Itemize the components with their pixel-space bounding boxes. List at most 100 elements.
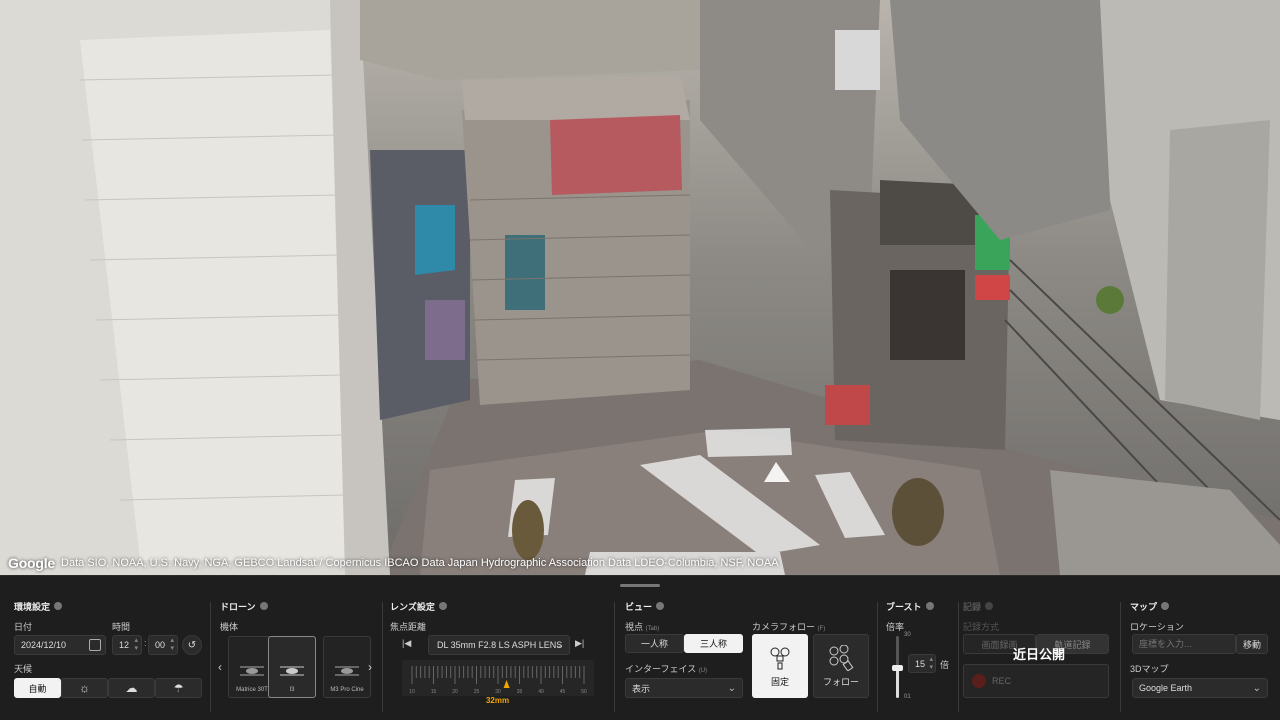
info-icon[interactable]: [259, 602, 268, 610]
view-section: ビュー 視点 (Tab) 一人称 三人称 インターフェイス (U) 表示 ⌄ カ…: [625, 600, 875, 716]
coming-soon-label: 近日公開: [1013, 647, 1066, 662]
hour-stepper[interactable]: 12 ▴ ▾: [112, 635, 142, 655]
boost-slider-thumb[interactable]: [892, 665, 903, 672]
follow-label: フォロー: [822, 676, 859, 687]
map3d-value: Google Earth: [1139, 683, 1193, 693]
info-icon[interactable]: [656, 602, 665, 610]
reset-time-button[interactable]: ↺: [182, 635, 202, 655]
hour-value: 12: [119, 640, 130, 650]
weather-auto-button[interactable]: 自動: [14, 678, 61, 698]
camera-fixed-button[interactable]: 固定: [752, 634, 808, 698]
map3d-select[interactable]: Google Earth ⌄: [1132, 678, 1268, 698]
skip-previous-icon[interactable]: |◀: [402, 638, 411, 649]
rain-icon: ☂: [173, 682, 184, 695]
location-label: ロケーション: [1130, 622, 1184, 632]
model-label: 機体: [220, 622, 239, 632]
map-section: マップ ロケーション 移動 3Dマップ Google Earth ⌄: [1130, 600, 1270, 716]
ruler-tick-label: 30: [495, 689, 501, 695]
chevron-right-icon[interactable]: ›: [368, 660, 372, 674]
third-person-button[interactable]: 三人称: [684, 634, 743, 653]
record-title: 記録: [963, 601, 982, 612]
focal-value: 32mm: [485, 696, 510, 705]
minute-stepper[interactable]: 00 ▴ ▾: [148, 635, 178, 655]
time-label: 時間: [112, 622, 131, 632]
location-input[interactable]: [1132, 634, 1236, 654]
drone-name: M3 Pro Cine: [330, 687, 364, 693]
skip-next-icon[interactable]: ▶|: [575, 638, 584, 649]
lens-select[interactable]: DL 35mm F2.8 LS ASPH LENS ⌄: [428, 635, 570, 655]
drone-fixed-icon: [770, 647, 790, 669]
stepper-arrows-icon[interactable]: ▴ ▾: [170, 637, 174, 653]
lens-value: DL 35mm F2.8 LS ASPH LENS: [437, 640, 563, 650]
divider: [1120, 602, 1121, 712]
map-attribution: Google Data SIO, NOAA, U.S. Navy, NGA, G…: [8, 555, 779, 571]
ruler-tick-label: 25: [474, 689, 480, 695]
calendar-icon[interactable]: [89, 639, 101, 651]
drone-name: I3: [289, 687, 295, 693]
chevron-left-icon[interactable]: ‹: [218, 660, 222, 674]
info-icon[interactable]: [438, 602, 447, 610]
viewpoint-label: 視点 (Tab): [625, 622, 660, 632]
boost-section: ブースト 倍率 30 01 15 ▴ ▾ 倍: [886, 600, 956, 716]
drone-option-2[interactable]: I3: [268, 636, 316, 698]
map3d-label: 3Dマップ: [1130, 664, 1169, 674]
panel-drag-handle[interactable]: [620, 584, 660, 587]
boost-title: ブースト: [886, 601, 922, 612]
boost-unit: 倍: [940, 660, 950, 670]
drone-option-3[interactable]: M3 Pro Cine: [323, 636, 371, 698]
focal-marker[interactable]: [503, 680, 510, 688]
google-logo: Google: [8, 555, 56, 571]
info-icon[interactable]: [54, 602, 63, 610]
cloud-icon: ☁: [125, 681, 138, 695]
interface-label: インターフェイス (U): [625, 664, 708, 674]
drone-section: ドローン 機体 ‹ Matrice 30T I3 M3 Pro Cine ›: [218, 600, 380, 716]
environment-section: 環境設定 日付 時間 2024/12/10 12 ▴ ▾ : 00 ▴ ▾ ↺ 天候…: [14, 600, 204, 716]
drone-title: ドローン: [220, 601, 256, 612]
date-label: 日付: [14, 622, 33, 632]
ruler-tick-label: 50: [581, 689, 587, 695]
camera-follow-label: カメラフォロー (F): [752, 622, 826, 632]
boost-value: 15: [915, 658, 926, 669]
map-viewport[interactable]: Google Data SIO, NOAA, U.S. Navy, NGA, G…: [0, 0, 1280, 575]
ruler-ticks: 10 15 20 25 30 35 40 45 50: [409, 666, 587, 695]
boost-max: 30: [904, 632, 911, 638]
environment-title: 環境設定: [14, 601, 51, 612]
info-icon[interactable]: [1161, 602, 1170, 610]
drone-icon: [280, 666, 304, 676]
lens-section: レンズ設定 焦点距離 |◀ DL 35mm F2.8 LS ASPH LENS …: [390, 600, 605, 716]
weather-cloudy-button[interactable]: ☁: [108, 678, 155, 698]
move-button[interactable]: 移動: [1236, 634, 1268, 654]
boost-slider-fill: [896, 668, 899, 698]
ruler-tick-label: 35: [517, 689, 523, 695]
first-person-label: 一人称: [640, 639, 668, 649]
stepper-arrows-icon[interactable]: ▴ ▾: [929, 656, 933, 672]
info-icon: [985, 602, 994, 610]
boost-stepper[interactable]: 15 ▴ ▾: [908, 654, 936, 673]
record-section: 記録 記録方式 画面録画 軌道記録 REC 近日公開: [963, 600, 1113, 716]
weather-label: 天候: [14, 664, 33, 674]
drone-name: Matrice 30T: [236, 687, 268, 693]
first-person-button[interactable]: 一人称: [625, 634, 684, 653]
stepper-arrows-icon[interactable]: ▴ ▾: [134, 637, 138, 653]
interface-select[interactable]: 表示 ⌄: [625, 678, 743, 698]
divider: [958, 602, 959, 712]
divider: [382, 602, 383, 712]
aerial-scene: [0, 0, 1280, 575]
attribution-text: Data SIO, NOAA, U.S. Navy, NGA, GEBCO La…: [61, 557, 779, 569]
ruler-tick-label: 40: [538, 689, 544, 695]
third-person-label: 三人称: [699, 639, 727, 649]
ruler-tick-label: 20: [452, 689, 458, 695]
drone-follow-icon: [829, 644, 854, 671]
boost-slider-track[interactable]: [892, 636, 903, 698]
camera-follow-button[interactable]: フォロー: [813, 634, 869, 698]
focal-length-slider[interactable]: 10 15 20 25 30 35 40 45 50: [402, 660, 594, 696]
ruler-tick-label: 15: [431, 689, 437, 695]
weather-rain-button[interactable]: ☂: [155, 678, 202, 698]
boost-min: 01: [904, 694, 911, 700]
info-icon[interactable]: [925, 602, 934, 610]
record-method-label: 記録方式: [963, 622, 1000, 632]
weather-sunny-button[interactable]: ☼: [61, 678, 108, 698]
focal-length-label: 焦点距離: [390, 622, 427, 632]
date-value: 2024/12/10: [21, 640, 67, 650]
date-field[interactable]: 2024/12/10: [14, 635, 106, 655]
